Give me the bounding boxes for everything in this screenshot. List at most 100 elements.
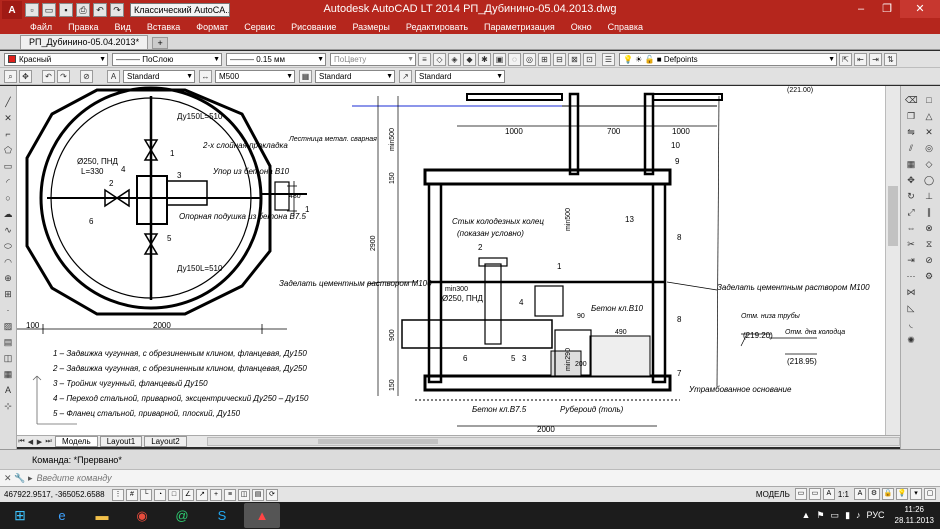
polyline-icon[interactable]: ⌐ <box>2 128 14 140</box>
layer-off-icon[interactable]: ◌ <box>508 52 521 66</box>
osnap-nearest-icon[interactable]: ⧖ <box>923 238 935 250</box>
ortho-mode-icon[interactable]: └ <box>140 488 152 501</box>
osnap-endpoint-icon[interactable]: □ <box>923 94 935 106</box>
color-select[interactable]: Красный ▼ <box>4 52 108 66</box>
polar-tracking-icon[interactable]: ◔ <box>154 488 166 501</box>
layer-match-icon[interactable]: ◎ <box>523 52 536 66</box>
pan-icon[interactable]: ✥ <box>19 69 32 83</box>
stretch-icon[interactable]: ⇔ <box>905 222 917 234</box>
mleader-style-icon[interactable]: ↗ <box>399 69 412 83</box>
osnap-settings-icon[interactable]: ⚙ <box>923 270 935 282</box>
menu-modify[interactable]: Редактировать <box>398 22 476 32</box>
workspace-select[interactable]: Классический AutoCA... <box>130 3 230 17</box>
workspace-switch-icon[interactable]: ⚙ <box>868 488 880 500</box>
dim-style-icon[interactable]: ↔ <box>199 69 212 83</box>
construction-line-icon[interactable]: ✕ <box>2 112 14 124</box>
close-icon[interactable]: ✕ <box>900 0 940 18</box>
menu-help[interactable]: Справка <box>600 22 651 32</box>
object-snap-tracking-icon[interactable]: ∠ <box>182 488 194 501</box>
grid-display-icon[interactable]: # <box>126 488 138 501</box>
quick-view-layouts-icon[interactable]: ▭ <box>794 488 807 500</box>
layer-unisolate-icon[interactable]: ⇅ <box>884 52 897 66</box>
join-icon[interactable]: ⋈ <box>905 286 917 298</box>
menu-window[interactable]: Окно <box>563 22 600 32</box>
object-snap-icon[interactable]: □ <box>168 488 180 501</box>
arc-icon[interactable]: ◜ <box>2 176 14 188</box>
auto-scale-icon[interactable]: A <box>854 488 866 500</box>
minimize-icon[interactable]: – <box>848 0 874 18</box>
layer-properties-icon[interactable]: ≡ <box>418 52 431 66</box>
print-icon[interactable]: ⎙ <box>76 3 90 17</box>
revcloud-icon[interactable]: ☁ <box>2 208 14 220</box>
text-style-select[interactable]: Standard ▼ <box>123 69 195 83</box>
menu-view[interactable]: Вид <box>107 22 139 32</box>
add-selected-icon[interactable]: ⊹ <box>2 400 14 412</box>
menu-draw[interactable]: Рисование <box>283 22 344 32</box>
ellipse-icon[interactable]: ⬭ <box>2 240 14 252</box>
transparency-icon[interactable]: ◫ <box>238 488 250 501</box>
vertical-scrollbar[interactable] <box>885 86 900 435</box>
new-tab-icon[interactable]: + <box>152 37 169 49</box>
mleader-style-select[interactable]: Standard ▼ <box>415 69 505 83</box>
save-icon[interactable]: ▪ <box>59 3 73 17</box>
mirror-icon[interactable]: ⇋ <box>905 126 917 138</box>
tray-volume-icon[interactable]: ♪ <box>856 510 861 520</box>
command-input[interactable] <box>36 473 437 483</box>
zoom-window-icon[interactable]: ⌕ <box>4 69 17 83</box>
horizontal-scrollbar[interactable] <box>206 437 900 446</box>
explorer-icon[interactable]: ▬ <box>84 503 120 528</box>
layer-delete-icon[interactable]: ⊠ <box>568 52 581 66</box>
model-space-label[interactable]: МОДЕЛЬ <box>756 490 790 499</box>
mail-agent-icon[interactable]: @ <box>164 503 200 528</box>
layer-lock-icon[interactable]: ▣ <box>493 52 506 66</box>
region-icon[interactable]: ◫ <box>2 352 14 364</box>
vertical-scroll-thumb[interactable] <box>888 186 898 246</box>
tray-up-icon[interactable]: ▲ <box>802 510 811 520</box>
insert-block-icon[interactable]: ⊕ <box>2 272 14 284</box>
hatch-icon[interactable]: ▨ <box>2 320 14 332</box>
rectangle-icon[interactable]: ▭ <box>2 160 14 172</box>
layer-iso-icon[interactable]: ◆ <box>463 52 476 66</box>
menu-insert[interactable]: Вставка <box>139 22 188 32</box>
isolate-objects-icon[interactable]: 💡 <box>896 488 908 500</box>
break-icon[interactable]: ⋯ <box>905 270 917 282</box>
offset-icon[interactable]: ⫽ <box>905 142 917 154</box>
document-tab[interactable]: РП_Дубинино-05.04.2013* <box>20 35 149 49</box>
osnap-node-icon[interactable]: ⊗ <box>923 222 935 234</box>
selection-cycling-icon[interactable]: ⟳ <box>266 488 278 501</box>
command-customize-icon[interactable]: ✕ 🔧 <box>0 473 28 484</box>
mtext-icon[interactable]: A <box>2 384 14 396</box>
tab-layout2[interactable]: Layout2 <box>144 436 187 447</box>
ellipse-arc-icon[interactable]: ◠ <box>2 256 14 268</box>
table-icon[interactable]: ▦ <box>2 368 14 380</box>
lineweight-select[interactable]: ——— 0.15 мм ▼ <box>226 52 326 66</box>
linetype-select[interactable]: ——— ПоСлою ▼ <box>112 52 222 66</box>
redo-tool-icon[interactable]: ↷ <box>57 69 70 83</box>
circle-icon[interactable]: ○ <box>2 192 14 204</box>
open-file-icon[interactable]: ▭ <box>42 3 56 17</box>
dynamic-ucs-icon[interactable]: ↗ <box>196 488 208 501</box>
fillet-icon[interactable]: ◟ <box>905 318 917 330</box>
table-style-icon[interactable]: ▦ <box>299 69 312 83</box>
match-prop-icon[interactable]: ⊘ <box>80 69 93 83</box>
copy-icon[interactable]: ❐ <box>905 110 917 122</box>
redo-icon[interactable]: ↷ <box>110 3 124 17</box>
annotation-scale[interactable]: 1:1 <box>838 490 849 499</box>
layer-isolate-icon[interactable]: ⇥ <box>869 52 882 66</box>
annotation-visibility-icon[interactable]: A <box>822 488 835 500</box>
layer-walk-icon[interactable]: ⊞ <box>538 52 551 66</box>
start-button-icon[interactable]: ⊞ <box>0 502 40 529</box>
first-layout-icon[interactable]: ⏮ <box>17 438 26 446</box>
lock-ui-icon[interactable]: 🔒 <box>882 488 894 500</box>
clock[interactable]: 11:26 28.11.2013 <box>895 504 934 526</box>
osnap-center-icon[interactable]: ◎ <box>923 142 935 154</box>
tab-model[interactable]: Модель <box>55 436 98 447</box>
undo-tool-icon[interactable]: ↶ <box>42 69 55 83</box>
array-icon[interactable]: ▦ <box>905 158 917 170</box>
gradient-icon[interactable]: ▤ <box>2 336 14 348</box>
osnap-perpendicular-icon[interactable]: ⊥ <box>923 190 935 202</box>
new-file-icon[interactable]: ▫ <box>25 3 39 17</box>
menu-parametric[interactable]: Параметризация <box>476 22 563 32</box>
layer-previous-icon[interactable]: ⇤ <box>854 52 867 66</box>
clean-screen-icon[interactable]: ▢ <box>924 488 936 500</box>
